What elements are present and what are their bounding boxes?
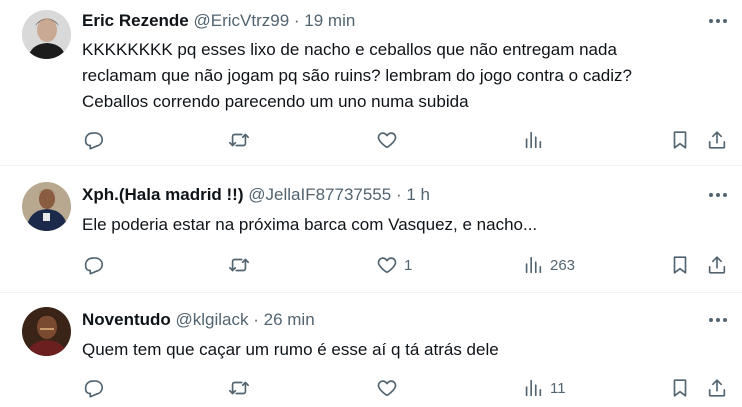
heart-icon <box>377 257 397 274</box>
retweet-button[interactable] <box>228 375 250 401</box>
action-bar <box>0 127 742 153</box>
retweet-icon <box>229 258 249 272</box>
separator-dot: · <box>395 185 407 204</box>
more-icon[interactable] <box>706 11 730 31</box>
avatar[interactable] <box>22 10 71 59</box>
tweet-text-line: Quem tem que caçar um rumo é esse aí q t… <box>82 340 499 359</box>
author-handle[interactable]: @klgilack <box>176 310 249 329</box>
share-button[interactable] <box>706 375 728 401</box>
tweet-1[interactable]: Eric Rezende @EricVtrz99 · 19 min KKKKKK… <box>0 0 742 164</box>
tweet-text: Quem tem que caçar um rumo é esse aí q t… <box>82 337 722 363</box>
views-button[interactable]: 263 <box>522 252 575 278</box>
tweet-header: Eric Rezende @EricVtrz99 · 19 min <box>82 10 355 32</box>
retweet-icon <box>229 133 249 147</box>
like-button[interactable] <box>376 375 404 401</box>
bookmark-button[interactable] <box>669 127 691 153</box>
tweet-text-line: Ele poderia estar na próxima barca com V… <box>82 215 538 234</box>
bookmark-icon <box>673 256 687 274</box>
tweet-time[interactable]: 19 min <box>304 11 355 30</box>
views-icon <box>525 256 542 274</box>
bookmark-icon <box>673 131 687 149</box>
heart-icon <box>377 380 397 397</box>
tweet-text: KKKKKKKK pq esses lixo de nacho e ceball… <box>82 37 722 115</box>
more-icon[interactable] <box>706 310 730 330</box>
share-icon <box>708 379 726 397</box>
avatar-image <box>22 182 71 231</box>
tweet-2[interactable]: Xph.(Hala madrid !!) @JellaIF87737555 · … <box>0 166 742 292</box>
tweet-text-line: Ceballos correndo parecendo um uno numa … <box>82 92 469 111</box>
reply-icon <box>84 132 104 150</box>
author-handle[interactable]: @JellaIF87737555 <box>248 185 391 204</box>
tweet-header: Xph.(Hala madrid !!) @JellaIF87737555 · … <box>82 184 430 206</box>
tweet-3[interactable]: Noventudo @klgilack · 26 min Quem tem qu… <box>0 293 742 407</box>
author-handle[interactable]: @EricVtrz99 <box>194 11 290 30</box>
avatar[interactable] <box>22 307 71 356</box>
views-icon <box>525 379 542 397</box>
heart-icon <box>377 132 397 149</box>
avatar-image <box>22 10 71 59</box>
retweet-button[interactable] <box>228 127 250 153</box>
bookmark-icon <box>673 379 687 397</box>
author-name[interactable]: Noventudo <box>82 310 171 329</box>
bookmark-button[interactable] <box>669 375 691 401</box>
avatar[interactable] <box>22 182 71 231</box>
avatar-image <box>22 307 71 356</box>
share-button[interactable] <box>706 127 728 153</box>
tweet-time[interactable]: 26 min <box>264 310 315 329</box>
views-button[interactable] <box>522 127 550 153</box>
action-bar: 1 263 <box>0 252 742 278</box>
retweet-button[interactable] <box>228 252 250 278</box>
separator-dot: · <box>293 11 305 30</box>
reply-icon <box>84 380 104 398</box>
reply-button[interactable] <box>82 375 104 401</box>
author-name[interactable]: Xph.(Hala madrid !!) <box>82 185 244 204</box>
like-count: 1 <box>404 256 413 274</box>
reply-button[interactable] <box>82 127 104 153</box>
action-bar: 11 <box>0 375 742 401</box>
views-icon <box>525 131 542 149</box>
tweet-time[interactable]: 1 h <box>406 185 430 204</box>
tweet-text-line: KKKKKKKK pq esses lixo de nacho e ceball… <box>82 40 617 59</box>
tweet-header: Noventudo @klgilack · 26 min <box>82 309 315 331</box>
more-icon[interactable] <box>706 185 730 205</box>
reply-icon <box>84 257 104 275</box>
like-button[interactable] <box>376 127 404 153</box>
share-icon <box>708 131 726 149</box>
retweet-icon <box>229 381 249 395</box>
tweet-text-line: reclamam que não jogam pq são ruins? lem… <box>82 66 632 85</box>
view-count: 11 <box>550 379 566 397</box>
separator-dot: · <box>253 310 264 329</box>
views-button[interactable]: 11 <box>522 375 566 401</box>
bookmark-button[interactable] <box>669 252 691 278</box>
reply-button[interactable] <box>82 252 104 278</box>
like-button[interactable]: 1 <box>376 252 412 278</box>
tweet-text: Ele poderia estar na próxima barca com V… <box>82 212 722 238</box>
share-button[interactable] <box>706 252 728 278</box>
view-count: 263 <box>550 256 576 274</box>
author-name[interactable]: Eric Rezende <box>82 11 189 30</box>
share-icon <box>708 256 726 274</box>
